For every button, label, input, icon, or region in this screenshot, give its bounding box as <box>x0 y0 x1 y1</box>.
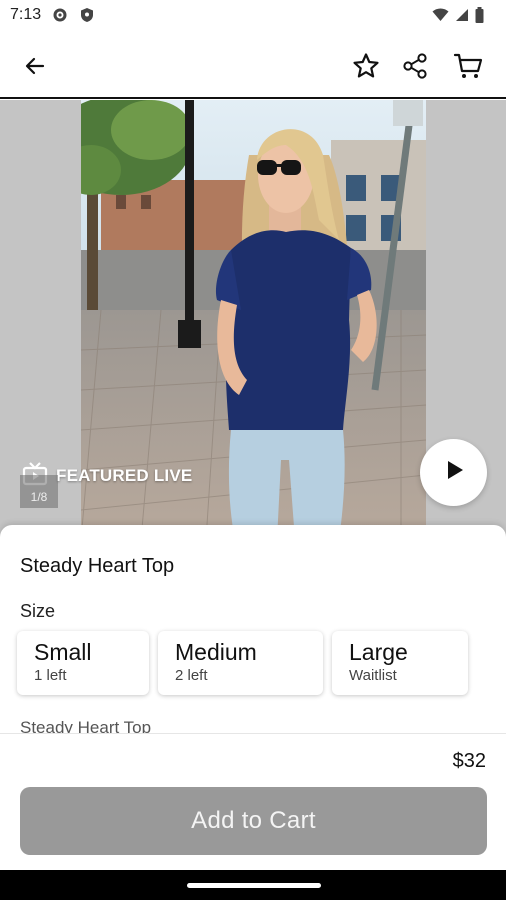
share-icon[interactable] <box>398 49 432 83</box>
home-handle[interactable] <box>187 883 321 888</box>
size-label: Size <box>20 601 56 621</box>
app-bar <box>0 32 506 99</box>
size-stock: 2 left <box>175 667 208 684</box>
status-bar: 7:13 <box>0 0 506 32</box>
battery-icon <box>475 7 484 28</box>
size-name: Large <box>349 639 408 665</box>
back-arrow-icon[interactable] <box>18 49 52 83</box>
featured-live-label: FEATURED LIVE <box>56 466 193 485</box>
product-title: Steady Heart Top <box>20 555 175 577</box>
play-icon <box>443 459 465 486</box>
size-name: Small <box>34 639 92 665</box>
product-sheet: Steady Heart Top Size Small 1 left Mediu… <box>0 525 506 870</box>
system-nav-bar <box>0 870 506 900</box>
add-to-cart-button[interactable]: Add to Cart <box>20 787 487 855</box>
product-price: $32 <box>452 750 486 772</box>
size-option-medium[interactable]: Medium 2 left <box>158 631 323 695</box>
size-option-large[interactable]: Large Waitlist <box>332 631 468 695</box>
media-counter: 1/8 <box>20 475 58 508</box>
wifi-icon <box>432 8 449 27</box>
product-description: Steady Heart Top <box>20 718 152 733</box>
size-name: Medium <box>175 639 257 665</box>
divider <box>0 733 506 734</box>
cart-icon[interactable] <box>451 49 485 83</box>
status-time: 7:13 <box>10 6 42 23</box>
star-icon[interactable] <box>349 49 383 83</box>
shield-icon <box>80 7 94 28</box>
size-option-small[interactable]: Small 1 left <box>17 631 149 695</box>
settings-gear-icon <box>52 7 68 28</box>
size-stock: Waitlist <box>349 667 397 684</box>
size-stock: 1 left <box>34 667 67 684</box>
play-button[interactable] <box>420 439 487 506</box>
signal-icon <box>455 8 469 27</box>
